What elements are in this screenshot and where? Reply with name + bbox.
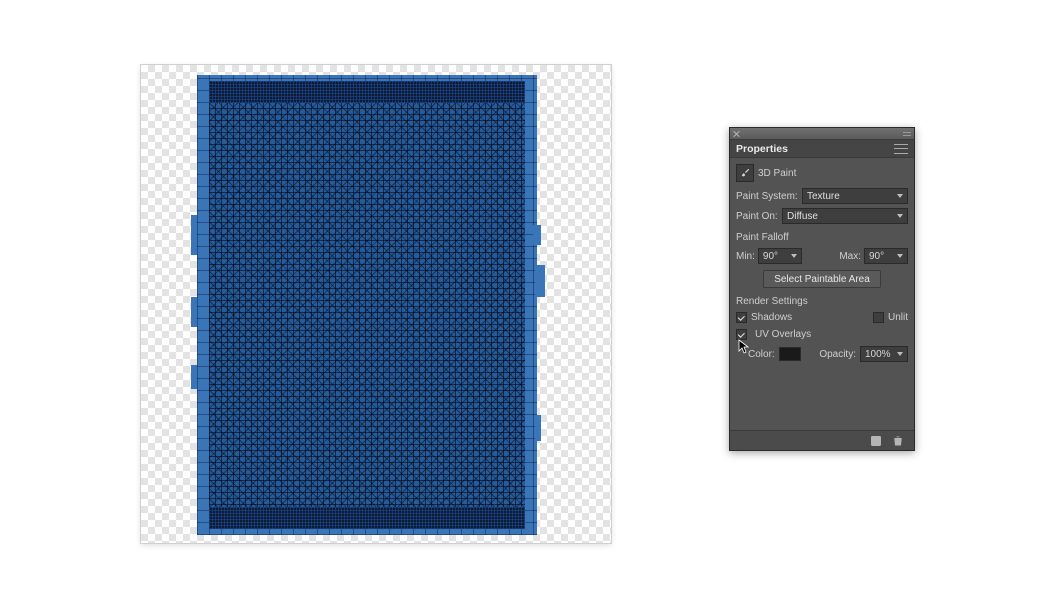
shadows-label: Shadows bbox=[751, 312, 792, 323]
uv-edge-bump bbox=[191, 215, 197, 255]
chevron-down-icon bbox=[897, 194, 903, 198]
paint-on-label: Paint On: bbox=[736, 211, 778, 222]
paint-system-select[interactable]: Texture bbox=[802, 188, 908, 204]
properties-panel: Properties 3D Paint Paint System: Textur… bbox=[729, 127, 915, 451]
panel-title: Properties bbox=[736, 143, 788, 155]
uv-edge-bump bbox=[191, 297, 197, 327]
mode-label: 3D Paint bbox=[758, 168, 796, 179]
uv-edge-top bbox=[209, 81, 525, 103]
falloff-min-value: 90° bbox=[763, 251, 778, 262]
render-preset-icon[interactable] bbox=[870, 435, 882, 447]
overlay-color-swatch[interactable] bbox=[779, 347, 801, 361]
close-icon[interactable] bbox=[733, 130, 741, 138]
paint-falloff-section: Paint Falloff bbox=[736, 232, 908, 243]
overlay-opacity-label: Opacity: bbox=[819, 349, 856, 360]
overlay-color-label: Color: bbox=[748, 349, 775, 360]
chevron-down-icon bbox=[897, 254, 903, 258]
panel-footer bbox=[730, 430, 914, 450]
uv-edge-bump bbox=[533, 225, 541, 245]
uv-mesh-overlay bbox=[209, 81, 525, 529]
paint-on-select[interactable]: Diffuse bbox=[782, 208, 908, 224]
chevron-down-icon bbox=[897, 214, 903, 218]
select-paintable-area-label: Select Paintable Area bbox=[774, 274, 870, 285]
unlit-label: Unlit bbox=[888, 312, 908, 323]
panel-header: Properties bbox=[730, 140, 914, 158]
paint-system-value: Texture bbox=[807, 191, 840, 202]
panel-chrome bbox=[730, 128, 914, 140]
panel-menu-icon[interactable] bbox=[894, 144, 908, 154]
falloff-max-label: Max: bbox=[839, 251, 861, 262]
uv-overlays-checkbox[interactable] bbox=[736, 329, 747, 340]
uv-canvas[interactable] bbox=[141, 65, 611, 543]
trash-icon[interactable] bbox=[892, 435, 904, 447]
overlay-opacity-select[interactable]: 100% bbox=[860, 346, 908, 362]
brush-icon[interactable] bbox=[736, 164, 754, 182]
uv-overlays-label: UV Overlays bbox=[755, 329, 811, 340]
chevron-down-icon bbox=[897, 352, 903, 356]
shadows-checkbox[interactable] bbox=[736, 312, 747, 323]
falloff-min-select[interactable]: 90° bbox=[758, 248, 802, 264]
paint-on-value: Diffuse bbox=[787, 211, 818, 222]
panel-grip-icon[interactable] bbox=[903, 131, 911, 137]
render-settings-section: Render Settings bbox=[736, 296, 908, 307]
paint-system-label: Paint System: bbox=[736, 191, 798, 202]
falloff-max-select[interactable]: 90° bbox=[864, 248, 908, 264]
unlit-checkbox[interactable] bbox=[873, 312, 884, 323]
uv-edge-bump bbox=[191, 365, 197, 389]
chevron-down-icon bbox=[791, 254, 797, 258]
falloff-max-value: 90° bbox=[869, 251, 884, 262]
uv-edge-bump bbox=[535, 265, 545, 297]
uv-edge-bump bbox=[535, 415, 541, 441]
uv-edge-bottom bbox=[209, 507, 525, 529]
select-paintable-area-button[interactable]: Select Paintable Area bbox=[763, 270, 881, 288]
overlay-opacity-value: 100% bbox=[865, 349, 891, 360]
falloff-min-label: Min: bbox=[736, 251, 755, 262]
